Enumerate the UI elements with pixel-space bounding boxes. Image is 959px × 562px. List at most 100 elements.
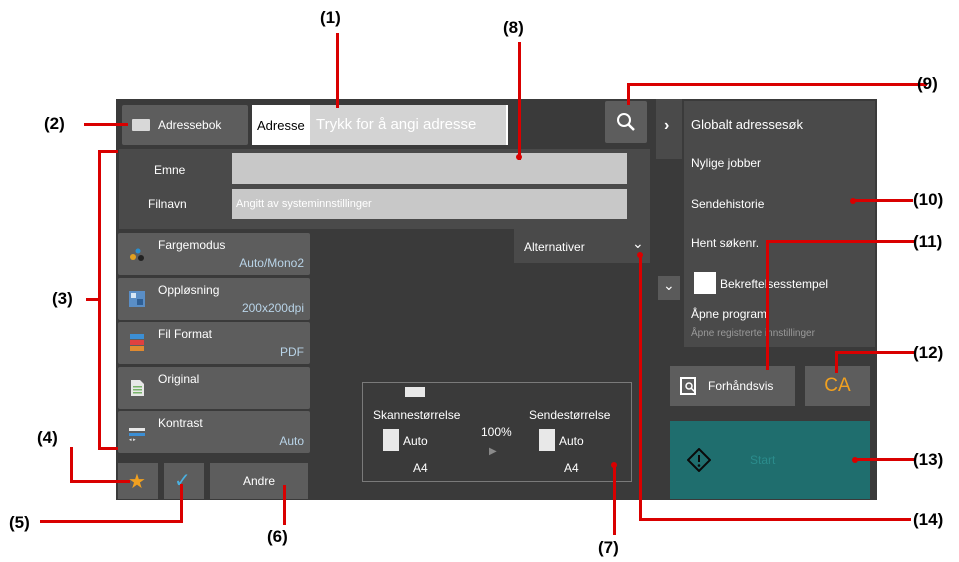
callout-line-4-vert	[70, 447, 73, 481]
callout-line-3-top	[100, 150, 118, 153]
right-item-label: Hent søkenr.	[691, 236, 760, 250]
mode-label: Fargemodus	[158, 238, 226, 252]
preview-label: Forhåndsvis	[708, 379, 774, 393]
confirm-stamp-label: Bekreftelsesstempel	[720, 277, 829, 291]
mode-contrast[interactable]: ◂ ▸ Kontrast Auto	[118, 411, 310, 453]
preview-icon	[680, 377, 696, 395]
callout-line-3-tick	[86, 298, 100, 301]
other-button[interactable]: Andre	[210, 463, 308, 499]
mode-value: Auto	[279, 434, 304, 448]
callout-line-3-bottom	[100, 447, 118, 450]
address-input[interactable]: Trykk for å angi adresse	[310, 105, 506, 145]
scanner-icon	[405, 387, 425, 397]
mode-label: Oppløsning	[158, 283, 220, 297]
callout-line-2	[84, 123, 128, 126]
right-item-label: Nylige jobber	[691, 156, 762, 170]
send-paper-value: A4	[564, 461, 579, 475]
callout-label: (2)	[44, 114, 65, 133]
address-field[interactable]: Adresse Trykk for å angi adresse	[252, 105, 508, 145]
callout-line-11-horz	[766, 240, 916, 243]
address-tag: Adresse	[257, 118, 305, 133]
svg-text:◂ ▸: ◂ ▸	[129, 437, 136, 442]
callout-line-5-vert	[180, 484, 183, 523]
right-item-label: Globalt adressesøk	[691, 117, 803, 132]
callout-line-11-vert	[766, 240, 769, 370]
start-button[interactable]: Start	[670, 421, 870, 499]
search-icon	[617, 113, 635, 131]
recent-jobs[interactable]: Nylige jobber	[685, 143, 875, 183]
start-label: Start	[750, 453, 776, 467]
scan-size-label: Skannestørrelse	[373, 408, 461, 422]
callout-line-13	[855, 458, 915, 461]
callout-label: (1)	[320, 8, 341, 27]
callout-line-14-vert	[639, 255, 642, 521]
checkmark-button[interactable]: ✓	[164, 463, 204, 499]
mode-original[interactable]: Original	[118, 367, 310, 409]
start-diamond-icon	[687, 448, 711, 472]
mode-file-format[interactable]: Fil Format PDF	[118, 322, 310, 364]
mode-value: Auto/Mono2	[239, 256, 304, 270]
options-label: Alternativer	[524, 240, 585, 254]
send-auto-value: Auto	[559, 434, 584, 448]
filename-label: Filnavn	[148, 197, 187, 211]
mode-color[interactable]: Fargemodus Auto/Mono2	[118, 233, 310, 275]
callout-line-10	[853, 199, 913, 202]
scan-paper-value: A4	[413, 461, 428, 475]
resolution-icon	[129, 291, 145, 307]
scan-page-icon	[383, 429, 399, 451]
callout-line-12-vert	[835, 351, 838, 373]
callout-label: (3)	[52, 289, 73, 308]
chevron-down-icon: ⌄	[632, 235, 644, 251]
subject-input[interactable]	[232, 153, 627, 184]
callout-line-9-vert	[627, 83, 630, 105]
callout-dot-8	[516, 154, 522, 160]
callout-label: (9)	[917, 74, 938, 93]
callout-dot-10	[850, 198, 856, 204]
open-program[interactable]: Åpne program Åpne registrerte innstillin…	[685, 303, 875, 345]
callout-label: (14)	[913, 510, 944, 529]
file-format-icon	[130, 334, 144, 351]
options-dropdown[interactable]: Alternativer ⌄	[514, 229, 650, 263]
callout-label: (10)	[913, 190, 944, 209]
open-program-sub: Åpne registrerte innstillinger	[691, 328, 815, 339]
callout-line-12-horz	[835, 351, 915, 354]
star-icon: ★	[128, 471, 146, 493]
callout-label: (7)	[598, 538, 619, 557]
panel-expand-button[interactable]: ⌄	[658, 276, 680, 300]
callout-line-5-horz	[40, 520, 182, 523]
chevron-right-icon: ›	[664, 117, 670, 134]
mode-resolution[interactable]: Oppløsning 200x200dpi	[118, 278, 310, 320]
size-preview-box[interactable]: Skannestørrelse Sendestørrelse Auto 100%…	[362, 382, 632, 482]
callout-dot-13	[852, 457, 858, 463]
preview-button[interactable]: Forhåndsvis	[670, 366, 795, 406]
callout-line-8	[518, 42, 521, 160]
callout-line-4-horz	[70, 480, 130, 483]
filename-input[interactable]: Angitt av systeminnstillinger	[232, 189, 627, 219]
confirm-stamp-checkbox[interactable]	[694, 272, 716, 294]
callout-line-9	[627, 83, 927, 86]
mode-label: Fil Format	[158, 327, 212, 341]
filename-placeholder: Angitt av systeminnstillinger	[236, 198, 372, 210]
search-button[interactable]	[605, 101, 647, 143]
mode-label: Original	[158, 372, 200, 386]
mode-label: Kontrast	[158, 416, 203, 430]
callout-label: (12)	[913, 343, 944, 362]
right-item-label: Sendehistorie	[691, 197, 765, 211]
addressbook-button[interactable]: Adressebok	[122, 105, 248, 145]
callout-line-6	[283, 485, 286, 525]
callout-line-14-horz	[639, 518, 911, 521]
callout-line-7	[613, 465, 616, 535]
mode-value: 200x200dpi	[241, 301, 304, 315]
panel-toggle-button[interactable]: ›	[656, 99, 682, 159]
callout-label: (6)	[267, 527, 288, 546]
global-address-search[interactable]: Globalt adressesøk	[685, 103, 875, 147]
addressbook-icon	[132, 119, 150, 131]
other-label: Andre	[242, 474, 276, 488]
ca-label: CA	[824, 375, 851, 396]
open-program-title: Åpne program	[691, 307, 768, 321]
send-history[interactable]: Sendehistorie	[685, 184, 875, 224]
retrieve-search-number[interactable]: Hent søkenr.	[685, 223, 875, 263]
subject-label: Emne	[154, 163, 186, 177]
chevron-down-icon: ⌄	[663, 277, 675, 293]
callout-dot-14	[637, 252, 643, 258]
